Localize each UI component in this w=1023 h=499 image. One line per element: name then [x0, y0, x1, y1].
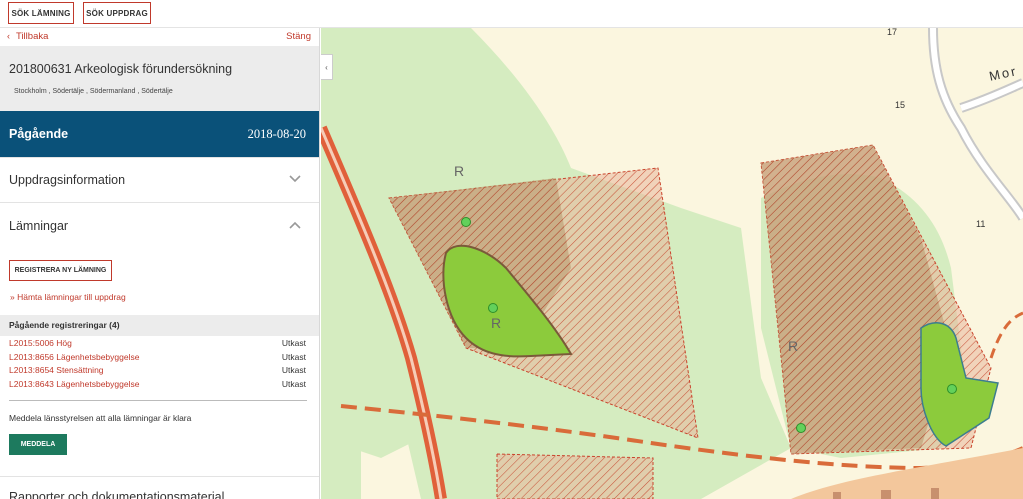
map-label: 17: [887, 28, 898, 37]
building-icon: [833, 492, 841, 499]
fetch-lamningar-link[interactable]: » Hämta lämningar till uppdrag: [10, 292, 126, 302]
chevron-up-icon: [289, 221, 301, 229]
building-icon: [931, 488, 939, 499]
building-icon: [881, 490, 891, 499]
back-label: Tillbaka: [16, 31, 49, 42]
map-label: 11: [976, 219, 986, 229]
divider: [9, 400, 307, 401]
list-item: L2013:8654 Stensättning Utkast: [0, 364, 319, 378]
registration-status: Utkast: [281, 365, 306, 375]
terrain-symbol: R: [788, 338, 798, 354]
list-item: L2015:5006 Hög Utkast: [0, 337, 319, 351]
notify-button[interactable]: MEDDELA: [9, 434, 67, 455]
lamning-marker-icon[interactable]: [461, 217, 471, 227]
panel-nav-row: ‹ Tillbaka Stäng: [0, 28, 319, 46]
registration-status: Utkast: [281, 378, 306, 389]
divider: [0, 476, 319, 477]
back-link[interactable]: ‹ Tillbaka: [7, 31, 48, 42]
map-label: 15: [895, 100, 906, 110]
page-title: 201800631 Arkeologisk förundersökning: [9, 62, 233, 76]
lamning-marker-icon[interactable]: [947, 384, 957, 394]
status-date: 2018-08-20: [247, 127, 306, 141]
registration-link[interactable]: L2013:8654 Stensättning: [9, 365, 104, 375]
section-label: Lämningar: [9, 219, 69, 233]
registrations-header: Pågående registreringar (4): [0, 315, 319, 336]
registrations-header-label: Pågående registreringar (4): [9, 320, 120, 330]
registration-status: Utkast: [281, 338, 306, 348]
chevron-left-icon: ‹: [7, 31, 10, 41]
section-label: Uppdragsinformation: [9, 173, 126, 187]
status-bar: Pågående 2018-08-20: [0, 111, 319, 157]
chevron-down-icon: [289, 175, 301, 183]
map-canvas: R R R: [321, 28, 1023, 499]
panel-header: 201800631 Arkeologisk förundersökning St…: [0, 46, 319, 111]
collapse-panel-button[interactable]: ‹: [321, 54, 333, 80]
list-item: L2013:8656 Lägenhetsbebyggelse Utkast: [0, 351, 319, 365]
top-toolbar: SÖK LÄMNING SÖK UPPDRAG: [0, 0, 1023, 28]
registration-link[interactable]: L2015:5006 Hög: [9, 338, 72, 348]
chevron-left-icon: ‹: [325, 62, 328, 72]
hatched-area: [496, 453, 654, 499]
location-subtitle: Stockholm , Södertälje , Södermanland , …: [14, 88, 173, 95]
status-label: Pågående: [9, 127, 69, 141]
registration-link[interactable]: L2013:8643 Lägenhetsbebyggelse: [9, 379, 139, 389]
close-link[interactable]: Stäng: [286, 31, 311, 42]
registration-status: Utkast: [281, 351, 306, 362]
section-lamningar[interactable]: Lämningar: [0, 204, 319, 250]
registration-link[interactable]: L2013:8656 Lägenhetsbebyggelse: [9, 352, 139, 362]
lamning-marker-icon[interactable]: [488, 303, 498, 313]
search-lamning-button[interactable]: SÖK LÄMNING: [8, 2, 74, 24]
map-view[interactable]: R R R 17 15 11 Mor: [321, 28, 1023, 499]
terrain-symbol: R: [491, 315, 501, 331]
section-uppdragsinformation[interactable]: Uppdragsinformation: [0, 157, 319, 203]
lamning-marker-icon[interactable]: [796, 423, 806, 433]
register-lamning-button[interactable]: REGISTRERA NY LÄMNING: [9, 260, 112, 281]
registrations-list: L2015:5006 Hög Utkast L2013:8656 Lägenhe…: [0, 337, 319, 392]
section-rapporter[interactable]: Rapporter och dokumentationsmaterial: [9, 490, 224, 499]
detail-panel: ‹ Tillbaka Stäng 201800631 Arkeologisk fö…: [0, 28, 320, 499]
search-uppdrag-button[interactable]: SÖK UPPDRAG: [83, 2, 151, 24]
notify-text: Meddela länsstyrelsen att alla lämningar…: [9, 413, 192, 423]
list-item: L2013:8643 Lägenhetsbebyggelse Utkast: [0, 378, 319, 392]
terrain-symbol: R: [454, 163, 464, 179]
